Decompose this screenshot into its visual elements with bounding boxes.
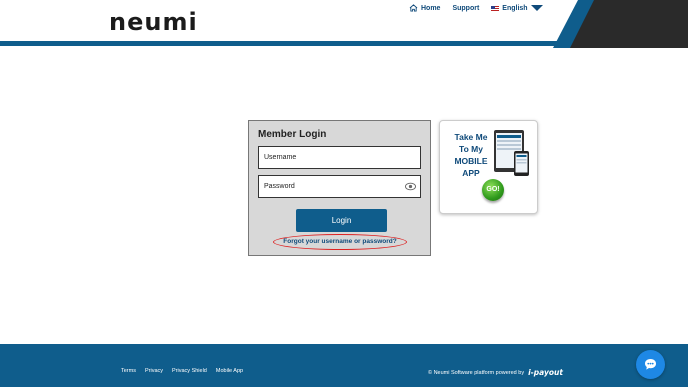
nav-home-label: Home [421, 4, 441, 12]
nav-support[interactable]: Support [452, 5, 479, 12]
mobile-app-text: Take Me To My MOBILE APP [446, 131, 496, 179]
chat-icon [645, 359, 656, 370]
footer: Terms Privacy Privacy Shield Mobile App … [0, 344, 688, 387]
login-button[interactable]: Login [296, 209, 387, 232]
devices-icon [494, 130, 529, 176]
home-icon [409, 4, 418, 12]
footer-link-mobile-app[interactable]: Mobile App [216, 368, 243, 374]
app-text-line-1: Take Me [454, 132, 488, 142]
us-flag-icon [491, 5, 500, 11]
ipayout-logo[interactable]: i-payout [528, 368, 563, 377]
powered-by-text: © Neumi Software platform powered by [428, 369, 525, 376]
password-placeholder: Password [264, 183, 295, 190]
mobile-app-card[interactable]: Take Me To My MOBILE APP GO! [439, 120, 538, 214]
neumi-logo[interactable]: neumi [109, 8, 198, 36]
eye-icon[interactable] [405, 182, 416, 191]
header-corner-graphic [553, 0, 688, 48]
app-text-line-3: MOBILE [454, 156, 488, 166]
password-input[interactable]: Password [258, 175, 421, 198]
app-text-line-2: To My [459, 144, 483, 154]
app-text-line-4: APP [462, 168, 480, 178]
footer-links: Terms Privacy Privacy Shield Mobile App [121, 368, 243, 374]
top-nav: Home Support English [409, 4, 528, 12]
member-login-card: Member Login Username Password Login For… [248, 120, 431, 256]
page: neumi Home Support English Member Login … [0, 0, 688, 387]
username-placeholder: Username [264, 154, 297, 161]
username-input[interactable]: Username [258, 146, 421, 169]
go-button[interactable]: GO! [482, 179, 504, 201]
header: neumi Home Support English [0, 0, 688, 48]
chat-button[interactable] [636, 350, 665, 379]
login-title: Member Login [258, 129, 327, 140]
footer-link-terms[interactable]: Terms [121, 368, 136, 374]
powered-by: © Neumi Software platform powered by i-p… [428, 368, 563, 377]
header-stripe [0, 41, 560, 46]
footer-link-privacy[interactable]: Privacy [145, 368, 163, 374]
forgot-credentials-link[interactable]: Forgot your username or password? [273, 234, 407, 250]
nav-home[interactable]: Home [409, 4, 440, 12]
nav-language-label: English [502, 4, 528, 12]
footer-link-privacy-shield[interactable]: Privacy Shield [172, 368, 207, 374]
nav-support-label: Support [452, 4, 480, 12]
nav-language[interactable]: English [491, 4, 528, 12]
chevron-down-icon[interactable] [531, 5, 543, 11]
